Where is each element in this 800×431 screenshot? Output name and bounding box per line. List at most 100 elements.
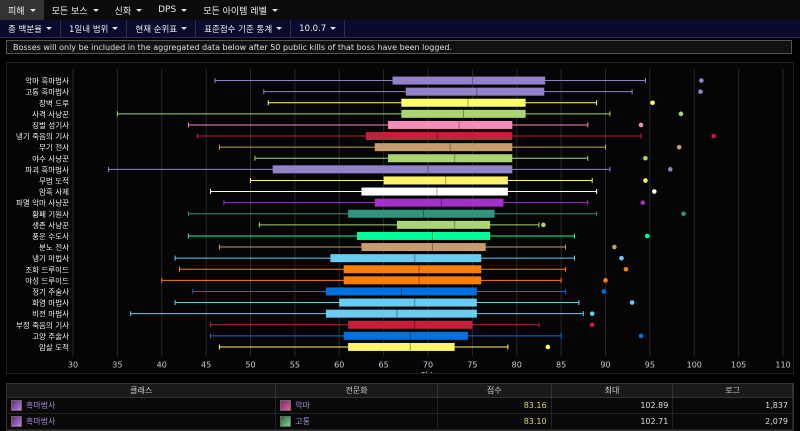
col-header-spec[interactable]: 전문화 [276, 384, 438, 397]
chevron-down-icon [29, 8, 36, 12]
col-header-class[interactable]: 클래스 [7, 384, 277, 397]
nav-itemlevel-dropdown[interactable]: 모든 아이템 레벨 [195, 0, 286, 20]
row-max: 102.89 [552, 398, 674, 413]
y-category-label: 암흑 사제 [39, 187, 69, 197]
box [374, 143, 513, 152]
subnav-patch-dropdown[interactable]: 10.0.7 [291, 20, 346, 37]
y-category-label: 징벌 성기사 [32, 120, 69, 130]
notice-banner: Bosses will only be included in the aggr… [6, 40, 792, 54]
y-category-label: 파멸 악마 사냥꾼 [16, 198, 69, 208]
x-tick-label: 90 [600, 361, 610, 370]
y-category-label: 파괴 흑마법사 [25, 164, 69, 174]
outlier-point [678, 111, 684, 117]
x-tick-label: 65 [379, 361, 389, 370]
outlier-point [629, 300, 635, 305]
warlock-class-icon [11, 400, 22, 411]
y-category-label: 야성 드루이드 [25, 275, 69, 285]
x-tick-label: 110 [775, 361, 790, 370]
chevron-down-icon [330, 27, 337, 30]
x-axis-label: 점수 [421, 371, 436, 374]
outlier-point [643, 155, 648, 161]
outlier-point [638, 333, 644, 339]
subnav-percentile-dropdown[interactable]: 종 백분율 [0, 20, 61, 37]
box [325, 309, 477, 318]
nav-difficulty-dropdown[interactable]: 신화 [107, 0, 151, 20]
outlier-point [601, 289, 607, 294]
row-spec[interactable]: 악마 [295, 400, 310, 411]
outlier-point [676, 144, 682, 150]
subnav-stats-dropdown[interactable]: 표준점수 기준 통계 [196, 20, 292, 37]
y-category-label: 고통 흑마법사 [25, 87, 69, 97]
outlier-point [623, 266, 629, 272]
subnav-percentile-label: 종 백분율 [8, 24, 42, 35]
outlier-point [667, 167, 673, 172]
y-category-label: 분노 전사 [39, 242, 69, 252]
chevron-down-icon [181, 8, 188, 12]
y-category-label: 사격 사냥꾼 [32, 109, 69, 119]
col-header-score[interactable]: 점수 [438, 384, 552, 397]
y-category-label: 냉기 마법사 [32, 253, 69, 263]
chevron-down-icon [271, 8, 278, 12]
row-max: 102.71 [552, 414, 674, 429]
x-tick-label: 40 [157, 361, 167, 370]
outlier-point [589, 322, 595, 328]
y-category-label: 부정 죽음의 기사 [16, 320, 69, 330]
outlier-point [644, 233, 650, 239]
demonology-icon [280, 400, 292, 411]
outlier-point [698, 89, 703, 94]
row-score: 83.16 [438, 398, 552, 413]
outlier-point [640, 200, 646, 205]
subnav-patch-label: 10.0.7 [299, 23, 327, 34]
x-tick-label: 55 [290, 361, 300, 370]
top-nav: 피해 모든 보스 신화 DPS 모든 아이템 레벨 [0, 0, 800, 21]
y-category-label: 무기 전사 [39, 142, 69, 152]
nav-metric-dropdown[interactable]: 피해 [0, 0, 44, 20]
chevron-down-icon [112, 27, 119, 30]
x-tick-label: 45 [201, 361, 211, 370]
nav-role-dropdown[interactable]: DPS [150, 0, 195, 20]
boxplot-chart: 30 35 40 45 50 55 60 65 70 75 80 85 90 95 100 105 110 점수 악… [16, 69, 791, 374]
affliction-icon [280, 416, 292, 427]
y-category-label: 생존 사냥꾼 [32, 220, 69, 230]
outlier-point [711, 133, 717, 139]
y-category-label: 황폐 기원사 [32, 209, 69, 219]
box [348, 342, 455, 351]
box [374, 198, 504, 207]
warlock-class-icon [11, 416, 22, 427]
col-header-logs[interactable]: 로그 [673, 384, 794, 397]
outlier-point [589, 311, 595, 316]
y-category-label: 화염 마법사 [32, 298, 69, 308]
nav-boss-dropdown[interactable]: 모든 보스 [44, 0, 107, 20]
row-class: 흑마법사 [26, 417, 56, 426]
box [388, 154, 513, 163]
table-row[interactable]: 흑마법사 악마 83.16 102.89 1,837 [7, 398, 794, 414]
outlier-point [652, 189, 657, 194]
outlier-point [619, 255, 624, 261]
y-category-label: 조화 드루이드 [25, 264, 69, 274]
outlier-point [612, 244, 617, 250]
row-spec[interactable]: 고통 [295, 416, 310, 427]
chevron-down-icon [181, 27, 188, 30]
y-category-label: 정기 주술사 [32, 286, 69, 296]
y-category-label: 풍운 수도사 [32, 232, 69, 241]
box [365, 132, 513, 141]
outlier-point [541, 222, 546, 228]
subnav-range-dropdown[interactable]: 1일내 범위 [61, 20, 128, 37]
box [339, 298, 477, 307]
box [348, 320, 473, 329]
box [343, 276, 482, 285]
box [388, 120, 513, 129]
spec-table: 클래스 전문화 점수 최대 로그 흑마법사 악마 83.16 102.89 1,… [6, 383, 794, 431]
x-tick-label: 50 [245, 361, 255, 370]
outlier-point [643, 178, 648, 183]
nav-role-label: DPS [158, 5, 177, 15]
box [361, 187, 508, 196]
row-logs: 2,079 [673, 414, 794, 429]
y-category-label: 고양 주술사 [32, 332, 69, 341]
box [361, 243, 486, 252]
nav-boss-label: 모든 보스 [51, 6, 88, 17]
subnav-ranking-dropdown[interactable]: 현재 순위표 [127, 20, 197, 37]
x-tick-label: 95 [645, 361, 655, 370]
col-header-max[interactable]: 최대 [552, 384, 674, 397]
y-category-label: 무법 도적 [39, 175, 69, 185]
